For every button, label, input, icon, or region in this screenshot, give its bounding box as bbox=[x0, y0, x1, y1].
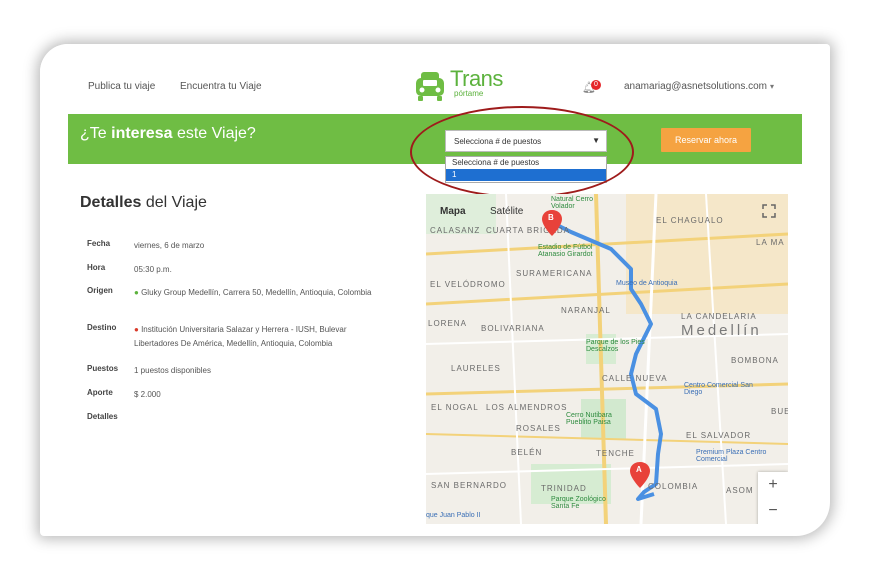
banner-question: ¿Te interesa este Viaje? bbox=[80, 125, 256, 143]
map-label: TENCHE bbox=[596, 449, 635, 458]
fullscreen-icon[interactable] bbox=[762, 204, 776, 218]
detail-value: $ 2.000 bbox=[134, 390, 161, 399]
marker-a-label: A bbox=[636, 465, 642, 474]
marker-b-label: B bbox=[548, 213, 554, 222]
map-label: EL SALVADOR bbox=[686, 431, 752, 440]
detail-label: Puestos bbox=[87, 364, 119, 373]
route-map[interactable]: CALASANZ CUARTA BRIGADA EL CHAGUALO LA M… bbox=[426, 194, 788, 524]
map-label: LAURELES bbox=[451, 364, 501, 373]
detail-label: Hora bbox=[87, 263, 106, 272]
map-label: BUE bbox=[771, 407, 788, 416]
detail-label: Origen bbox=[87, 286, 113, 295]
detail-value: 05:30 p.m. bbox=[134, 265, 172, 274]
zoom-in-button[interactable]: + bbox=[758, 476, 788, 494]
zoom-out-button[interactable]: − bbox=[758, 502, 788, 520]
poi-premium-plaza[interactable]: Premium Plaza Centro Comercial bbox=[696, 449, 776, 463]
poi-zoologico[interactable]: Parque Zoológico Santa Fe bbox=[551, 496, 621, 510]
caret-down-icon: ▾ bbox=[770, 82, 775, 91]
map-label: EL VELÓDROMO bbox=[430, 280, 506, 289]
poi-parque-pies[interactable]: Parque de los Pies Descalzos bbox=[586, 339, 646, 353]
detail-label: Fecha bbox=[87, 239, 111, 248]
map-label: COLOMBIA bbox=[648, 482, 699, 491]
details-title: Detalles del Viaje bbox=[80, 194, 207, 212]
origin-text: Gluky Group Medellín, Carrera 50, Medell… bbox=[141, 288, 372, 297]
map-label: LA MA bbox=[756, 238, 785, 247]
map-label: EL NOGAL bbox=[431, 403, 479, 412]
reserve-now-button[interactable]: Reservar ahora bbox=[661, 128, 751, 152]
map-label: BELÉN bbox=[511, 448, 543, 457]
poi-estadio[interactable]: Estadio de Fútbol Atanasio Girardot bbox=[538, 244, 608, 258]
transportame-logo[interactable]: Trans pórtame bbox=[412, 66, 503, 106]
question-suffix: este Viaje? bbox=[172, 125, 256, 142]
map-pin-icon: ● bbox=[134, 325, 139, 334]
map-label: ASOM bbox=[726, 486, 754, 495]
poi-juan-pablo[interactable]: que Juan Pablo II bbox=[426, 512, 516, 519]
map-label: TRINIDAD bbox=[541, 484, 587, 493]
detail-value: viernes, 6 de marzo bbox=[134, 241, 205, 250]
poi-museo[interactable]: Museo de Antioquia bbox=[616, 280, 696, 287]
detail-label: Detalles bbox=[87, 412, 118, 421]
detail-label: Aporte bbox=[87, 388, 113, 397]
map-label: ROSALES bbox=[516, 424, 561, 433]
tab-satelite[interactable]: Satélite bbox=[490, 206, 523, 217]
destination-text: Institución Universitaria Salazar y Herr… bbox=[134, 325, 347, 348]
zoom-control: + − bbox=[758, 472, 788, 524]
poi-cerro-volador[interactable]: Natural Cerro Volador bbox=[551, 196, 611, 210]
tab-mapa[interactable]: Mapa bbox=[440, 206, 466, 217]
detail-label: Destino bbox=[87, 323, 117, 332]
detail-value-origen: ● Gluky Group Medellín, Carrera 50, Mede… bbox=[134, 286, 384, 300]
map-label: LA CANDELARIA bbox=[681, 312, 757, 321]
map-label: EL CHAGUALO bbox=[656, 216, 724, 225]
map-city-label: Medellín bbox=[681, 322, 762, 339]
detail-value-destino: ● Institución Universitaria Salazar y He… bbox=[134, 323, 384, 351]
detail-value: 1 puestos disponibles bbox=[134, 366, 211, 375]
map-label: NARANJAL bbox=[561, 306, 611, 315]
car-logo-icon bbox=[416, 72, 444, 101]
nav-encuentra-tu-viaje[interactable]: Encuentra tu Viaje bbox=[180, 81, 262, 92]
nav-publica-tu-viaje[interactable]: Publica tu viaje bbox=[88, 81, 155, 92]
poi-cerro-nutibara[interactable]: Cerro Nutibara Pueblito Paisa bbox=[566, 412, 626, 426]
logo-subtext: pórtame bbox=[454, 89, 484, 98]
notification-badge: 0 bbox=[591, 80, 601, 90]
map-label: SURAMERICANA bbox=[516, 269, 593, 278]
user-menu[interactable]: anamariag@asnetsolutions.com ▾ bbox=[624, 81, 774, 92]
question-prefix: ¿Te bbox=[80, 125, 112, 142]
map-label: SAN BERNARDO bbox=[431, 481, 508, 490]
map-label: BOLIVARIANA bbox=[481, 324, 545, 333]
highlight-oval bbox=[410, 106, 634, 198]
poi-san-diego[interactable]: Centro Comercial San Diego bbox=[684, 382, 754, 396]
user-email: anamariag@asnetsolutions.com bbox=[624, 81, 768, 92]
top-navbar: Publica tu viaje Encuentra tu Viaje Tran… bbox=[40, 44, 830, 112]
map-label: LOS ALMENDROS bbox=[486, 403, 568, 412]
map-label: CALLE NUEVA bbox=[602, 374, 668, 383]
details-title-rest: del Viaje bbox=[141, 194, 207, 211]
question-bold: interesa bbox=[111, 125, 173, 142]
map-pin-icon: ● bbox=[134, 288, 139, 297]
page-card: Publica tu viaje Encuentra tu Viaje Tran… bbox=[40, 44, 830, 536]
map-label: LORENA bbox=[428, 319, 467, 328]
map-type-tabs: Mapa Satélite bbox=[426, 194, 546, 230]
details-title-bold: Detalles bbox=[80, 194, 142, 211]
map-label: BOMBONA bbox=[731, 356, 779, 365]
